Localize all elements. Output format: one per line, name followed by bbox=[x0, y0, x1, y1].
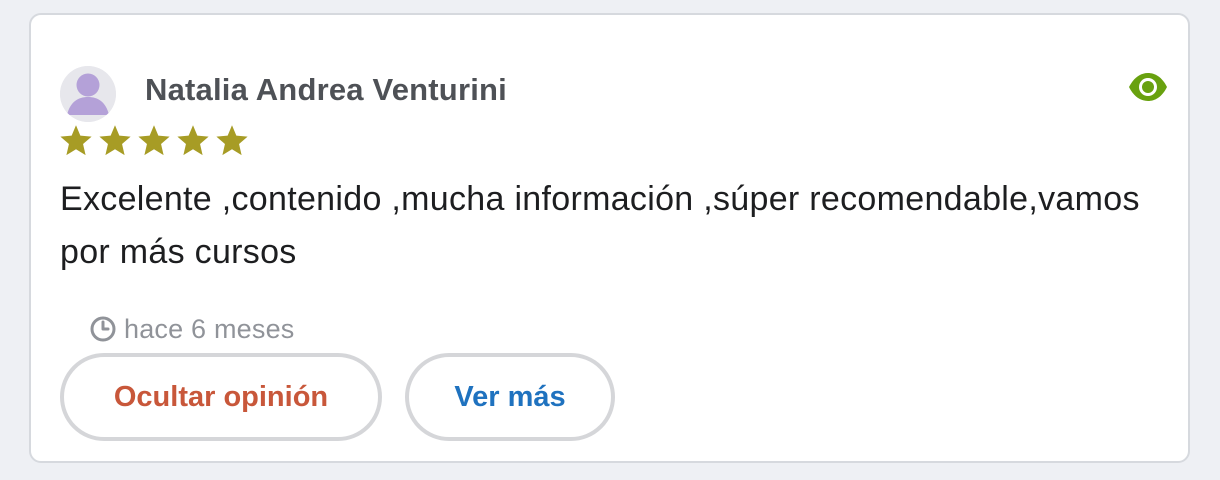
star-icon bbox=[177, 125, 209, 156]
star-rating bbox=[58, 123, 250, 163]
star-icon bbox=[138, 125, 170, 156]
review-card: Natalia Andrea Venturini Excelente ,cont… bbox=[29, 13, 1190, 463]
review-time-label: hace 6 meses bbox=[124, 313, 295, 344]
see-more-button[interactable]: Ver más bbox=[405, 353, 615, 441]
eye-icon[interactable] bbox=[1127, 71, 1169, 103]
hide-review-button[interactable]: Ocultar opinión bbox=[60, 353, 382, 441]
review-author: Natalia Andrea Venturini bbox=[145, 72, 507, 107]
star-icon bbox=[60, 125, 92, 156]
star-icon bbox=[216, 125, 248, 156]
star-icon bbox=[99, 125, 131, 156]
clock-icon bbox=[90, 316, 116, 342]
user-avatar-icon bbox=[60, 66, 116, 122]
review-text: Excelente ,contenido ,mucha información … bbox=[60, 180, 1140, 271]
review-time: hace 6 meses bbox=[89, 312, 295, 346]
